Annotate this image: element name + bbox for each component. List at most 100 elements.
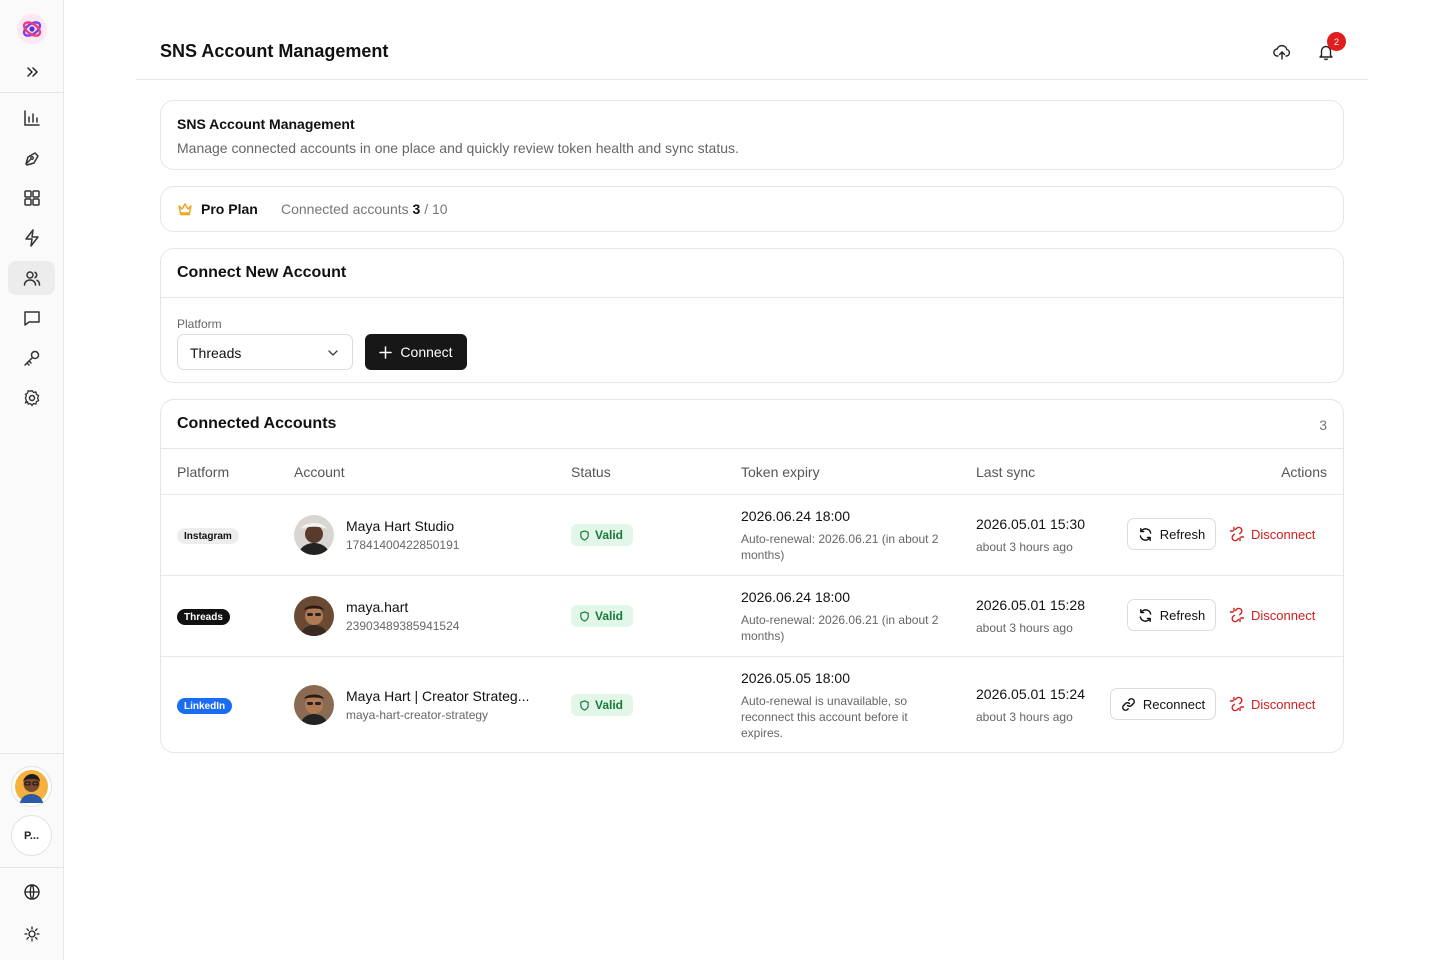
message-icon (23, 311, 40, 326)
account-name: Maya Hart Studio (346, 518, 455, 534)
nav-accounts[interactable] (8, 261, 55, 295)
connect-button[interactable]: Connect (365, 334, 467, 370)
connect-title: Connect New Account (177, 264, 347, 281)
pen-tool-icon (24, 152, 39, 166)
column-platform: Platform (177, 464, 230, 480)
logo-icon (22, 21, 42, 37)
reconnect-button-label: Reconnect (1142, 696, 1206, 712)
lightning-icon (24, 229, 39, 247)
account-id: maya-hart-creator-strategy (346, 708, 489, 722)
column-status: Status (571, 464, 611, 480)
status-badge: Valid (571, 694, 634, 716)
card-header: Connect New Account (161, 249, 1343, 298)
sidebar-divider (0, 867, 63, 868)
language-button[interactable] (20, 880, 44, 904)
connected-accounts-card: Connected Accounts 3 Platform Account St… (160, 399, 1344, 753)
cloud-upload-icon (1273, 44, 1291, 60)
nav-automation[interactable] (8, 221, 55, 255)
refresh-button[interactable]: Refresh (1127, 518, 1216, 550)
theme-toggle-button[interactable] (20, 922, 44, 946)
connect-account-card: Connect New Account Platform Threads Con… (160, 248, 1344, 383)
account-id: 17841400422850191 (346, 538, 460, 552)
token-expiry-note: Auto-renewal: 2026.06.21 (in about 2 mon… (741, 532, 939, 562)
plus-icon (379, 345, 393, 359)
refresh-button-label: Refresh (1159, 526, 1206, 542)
account-id: 23903489385941524 (346, 619, 460, 633)
account-avatar (294, 685, 334, 725)
nav-dashboard[interactable] (8, 181, 55, 215)
token-expiry-note: Auto-renewal is unavailable, so reconnec… (741, 694, 908, 740)
refresh-button[interactable]: Refresh (1127, 599, 1216, 631)
nav-create[interactable] (8, 141, 55, 175)
status-badge: Valid (571, 605, 634, 627)
workspace-switcher[interactable]: P... (11, 815, 52, 856)
disconnect-button[interactable]: Disconnect (1229, 518, 1315, 550)
gear-icon (24, 389, 39, 407)
status-badge: Valid (571, 524, 634, 546)
token-expiry-note: Auto-renewal: 2026.06.21 (in about 2 mon… (741, 613, 939, 643)
user-avatar-image (15, 770, 48, 803)
refresh-button-label: Refresh (1159, 607, 1206, 623)
chevron-down-icon (328, 350, 338, 356)
card-header: Connected Accounts 3 (161, 400, 1343, 449)
refresh-icon (1139, 608, 1152, 622)
platform-label: Platform (177, 317, 222, 331)
nav-messages[interactable] (8, 301, 55, 335)
shield-icon (580, 699, 589, 711)
sun-icon (24, 926, 40, 942)
last-sync-relative: about 3 hours ago (976, 621, 1073, 635)
row-divider (161, 494, 1343, 495)
nav-analytics[interactable] (8, 101, 55, 135)
disconnect-button-label: Disconnect (1251, 607, 1316, 623)
platform-select-value: Threads (190, 345, 242, 361)
status-label: Valid (595, 698, 624, 712)
last-sync-relative: about 3 hours ago (976, 710, 1073, 724)
top-header: SNS Account Management (136, 0, 1368, 80)
link-icon (1122, 697, 1135, 711)
intro-card: SNS Account Management Manage connected … (160, 100, 1344, 170)
unlink-icon (1229, 696, 1245, 712)
connected-label: Connected accounts (281, 201, 409, 217)
key-icon (23, 350, 39, 366)
unlink-icon (1229, 607, 1245, 623)
token-expiry-date: 2026.06.24 18:00 (741, 508, 850, 524)
reconnect-button[interactable]: Reconnect (1110, 688, 1216, 720)
status-label: Valid (595, 528, 624, 542)
connected-accounts-count: Connected accounts 3 / 10 (281, 201, 448, 217)
app-logo[interactable] (17, 14, 47, 44)
user-avatar[interactable] (11, 766, 52, 807)
refresh-icon (1139, 527, 1152, 541)
chart-icon (23, 110, 40, 126)
disconnect-button-label: Disconnect (1251, 696, 1316, 712)
connected-limit: / 10 (424, 201, 448, 217)
notification-badge: 2 (1327, 32, 1346, 51)
account-name: maya.hart (346, 599, 409, 615)
connect-button-label: Connect (400, 344, 453, 360)
status-label: Valid (595, 609, 624, 623)
expand-sidebar-button[interactable] (22, 62, 42, 82)
intro-title: SNS Account Management (177, 116, 355, 132)
grid-icon (23, 190, 40, 206)
column-account: Account (294, 464, 345, 480)
platform-select[interactable]: Threads (177, 334, 353, 370)
upload-button[interactable] (1270, 40, 1294, 64)
intro-description: Manage connected accounts in one place a… (177, 140, 739, 156)
account-avatar-image (294, 515, 334, 555)
disconnect-button-label: Disconnect (1251, 526, 1316, 542)
plan-card: Pro Plan Connected accounts 3 / 10 (160, 186, 1344, 232)
last-sync-relative: about 3 hours ago (976, 540, 1073, 554)
page-title: SNS Account Management (160, 41, 389, 61)
column-actions: Actions (1281, 464, 1327, 480)
disconnect-button[interactable]: Disconnect (1229, 688, 1315, 720)
account-avatar (294, 515, 334, 555)
row-divider (161, 656, 1343, 657)
row-divider (161, 575, 1343, 576)
platform-badge-linkedin: LinkedIn (177, 698, 233, 714)
nav-settings[interactable] (8, 381, 55, 415)
disconnect-button[interactable]: Disconnect (1229, 599, 1315, 631)
last-sync-date: 2026.05.01 15:28 (976, 597, 1085, 613)
last-sync-date: 2026.05.01 15:30 (976, 516, 1085, 532)
account-avatar-image (294, 685, 334, 725)
accounts-count: 3 (1319, 417, 1327, 433)
nav-keys[interactable] (8, 341, 55, 375)
